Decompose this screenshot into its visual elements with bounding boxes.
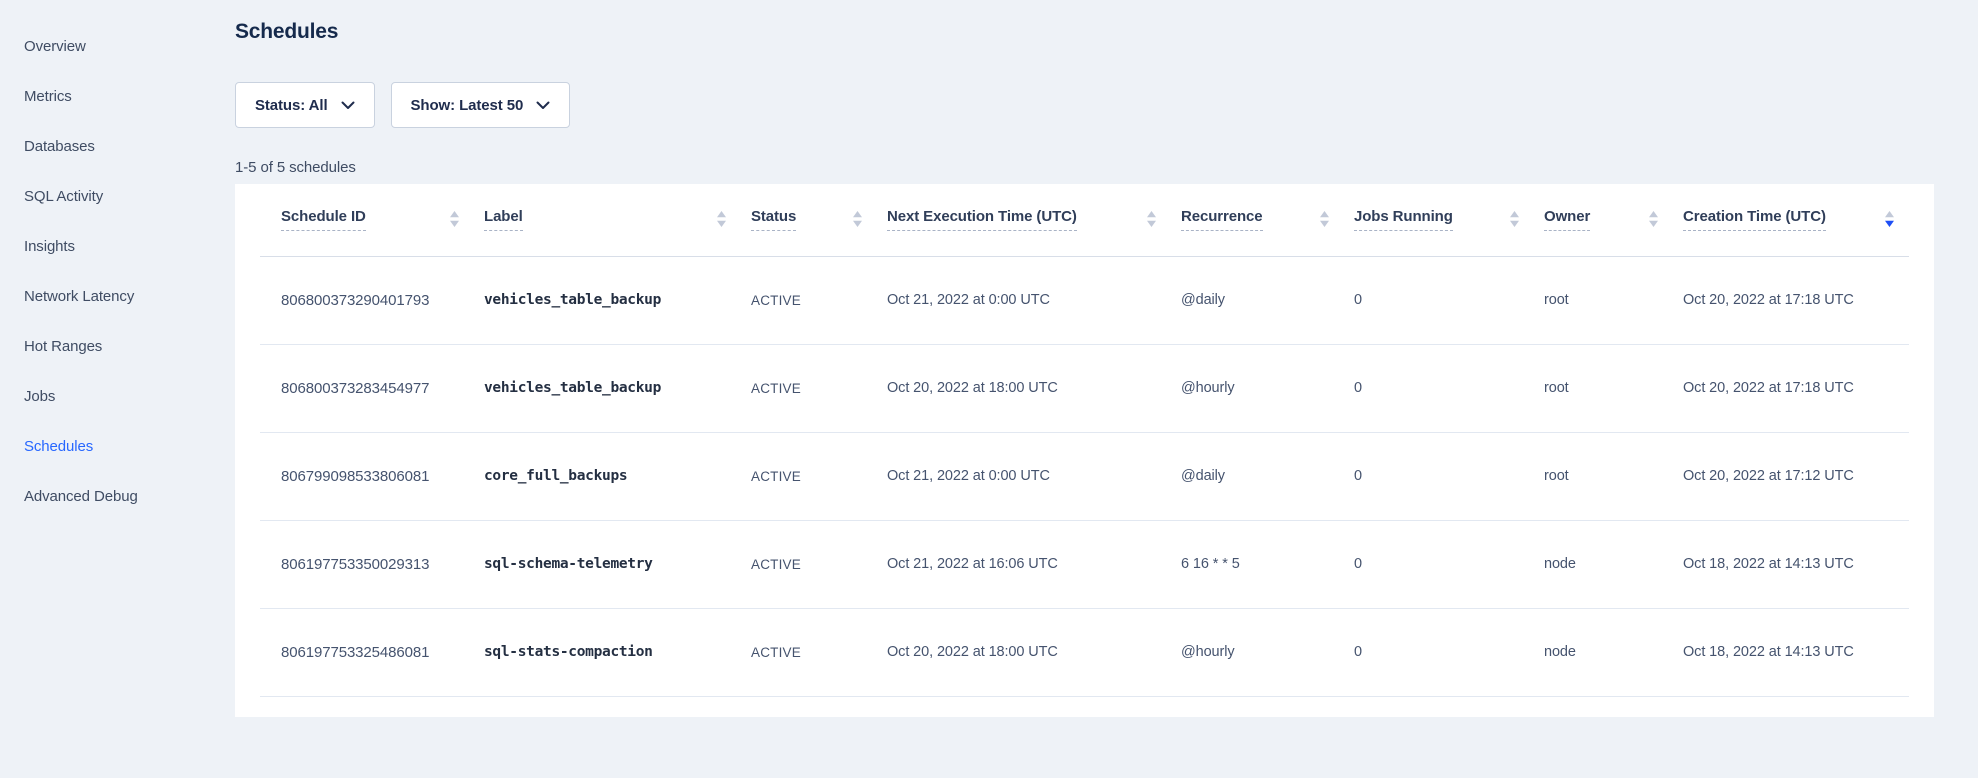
main-content: Schedules Status: All Show: Latest 50 1-… xyxy=(235,0,1934,717)
cell-schedule-id: 806800373290401793 xyxy=(260,256,484,344)
cell-schedule-id: 806799098533806081 xyxy=(260,432,484,520)
cell-creation-time: Oct 18, 2022 at 14:13 UTC xyxy=(1683,608,1909,696)
cell-jobs-running: 0 xyxy=(1354,608,1544,696)
sidebar-item-advanced-debug[interactable]: Advanced Debug xyxy=(0,471,212,521)
cell-creation-time: Oct 18, 2022 at 14:13 UTC xyxy=(1683,520,1909,608)
table-header-row: Schedule ID Label Status Next Execution Tim… xyxy=(260,184,1909,256)
column-header-label[interactable]: Label xyxy=(484,184,751,256)
column-label: Next Execution Time (UTC) xyxy=(887,208,1077,231)
cell-owner: root xyxy=(1544,432,1683,520)
sidebar-item-network-latency[interactable]: Network Latency xyxy=(0,271,212,321)
sort-icon xyxy=(1509,208,1520,232)
cell-label: sql-stats-compaction xyxy=(484,608,751,696)
cell-creation-time: Oct 20, 2022 at 17:12 UTC xyxy=(1683,432,1909,520)
cell-next-execution: Oct 20, 2022 at 18:00 UTC xyxy=(887,344,1181,432)
sort-icon xyxy=(449,208,460,232)
column-label: Owner xyxy=(1544,208,1590,231)
cell-jobs-running: 0 xyxy=(1354,344,1544,432)
chevron-down-icon xyxy=(341,101,355,110)
cell-next-execution: Oct 21, 2022 at 0:00 UTC xyxy=(887,432,1181,520)
sidebar-item-insights[interactable]: Insights xyxy=(0,221,212,271)
show-filter-label: Show: Latest 50 xyxy=(411,97,524,114)
sidebar-item-databases[interactable]: Databases xyxy=(0,121,212,171)
sort-icon xyxy=(716,208,727,232)
sidebar-item-schedules[interactable]: Schedules xyxy=(0,421,212,471)
cell-recurrence: @daily xyxy=(1181,432,1354,520)
cell-recurrence: @hourly xyxy=(1181,344,1354,432)
sidebar-item-metrics[interactable]: Metrics xyxy=(0,71,212,121)
column-label: Recurrence xyxy=(1181,208,1263,231)
sort-desc-active-icon xyxy=(1884,208,1895,232)
table-body: 806800373290401793vehicles_table_backupA… xyxy=(260,256,1909,696)
sort-icon xyxy=(1319,208,1330,232)
column-header-recurrence[interactable]: Recurrence xyxy=(1181,184,1354,256)
schedules-table: Schedule ID Label Status Next Execution Tim… xyxy=(260,184,1909,697)
cell-owner: node xyxy=(1544,520,1683,608)
cell-status: ACTIVE xyxy=(751,432,887,520)
status-filter-label: Status: All xyxy=(255,97,328,114)
cell-status: ACTIVE xyxy=(751,608,887,696)
results-count: 1-5 of 5 schedules xyxy=(235,159,1934,176)
cell-status: ACTIVE xyxy=(751,344,887,432)
sort-icon xyxy=(1146,208,1157,232)
cell-next-execution: Oct 21, 2022 at 0:00 UTC xyxy=(887,256,1181,344)
cell-label: core_full_backups xyxy=(484,432,751,520)
column-header-creation-time-utc[interactable]: Creation Time (UTC) xyxy=(1683,184,1909,256)
cell-creation-time: Oct 20, 2022 at 17:18 UTC xyxy=(1683,256,1909,344)
cell-owner: root xyxy=(1544,256,1683,344)
column-label: Label xyxy=(484,208,523,231)
status-filter-dropdown[interactable]: Status: All xyxy=(235,82,375,128)
cell-jobs-running: 0 xyxy=(1354,520,1544,608)
cell-owner: node xyxy=(1544,608,1683,696)
table-row: 806197753325486081sql-stats-compactionAC… xyxy=(260,608,1909,696)
column-header-schedule-id[interactable]: Schedule ID xyxy=(260,184,484,256)
column-label: Creation Time (UTC) xyxy=(1683,208,1826,231)
cell-next-execution: Oct 20, 2022 at 18:00 UTC xyxy=(887,608,1181,696)
table-row: 806800373283454977vehicles_table_backupA… xyxy=(260,344,1909,432)
column-header-status[interactable]: Status xyxy=(751,184,887,256)
cell-jobs-running: 0 xyxy=(1354,432,1544,520)
cell-status: ACTIVE xyxy=(751,256,887,344)
cell-label: vehicles_table_backup xyxy=(484,344,751,432)
cell-recurrence: @hourly xyxy=(1181,608,1354,696)
sidebar-nav: OverviewMetricsDatabasesSQL ActivityInsi… xyxy=(0,21,212,521)
table-row: 806197753350029313sql-schema-telemetryAC… xyxy=(260,520,1909,608)
cell-schedule-id: 806800373283454977 xyxy=(260,344,484,432)
sidebar: OverviewMetricsDatabasesSQL ActivityInsi… xyxy=(0,0,212,778)
column-label: Jobs Running xyxy=(1354,208,1453,231)
sidebar-item-hot-ranges[interactable]: Hot Ranges xyxy=(0,321,212,371)
column-label: Status xyxy=(751,208,796,231)
cell-recurrence: @daily xyxy=(1181,256,1354,344)
sort-icon xyxy=(852,208,863,232)
table-row: 806800373290401793vehicles_table_backupA… xyxy=(260,256,1909,344)
cell-creation-time: Oct 20, 2022 at 17:18 UTC xyxy=(1683,344,1909,432)
table-row: 806799098533806081core_full_backupsACTIV… xyxy=(260,432,1909,520)
sidebar-item-sql-activity[interactable]: SQL Activity xyxy=(0,171,212,221)
filter-row: Status: All Show: Latest 50 xyxy=(235,82,1934,128)
schedules-table-card: Schedule ID Label Status Next Execution Tim… xyxy=(235,184,1934,717)
page-title: Schedules xyxy=(235,20,1934,44)
cell-owner: root xyxy=(1544,344,1683,432)
show-filter-dropdown[interactable]: Show: Latest 50 xyxy=(391,82,571,128)
cell-next-execution: Oct 21, 2022 at 16:06 UTC xyxy=(887,520,1181,608)
sort-icon xyxy=(1648,208,1659,232)
cell-recurrence: 6 16 * * 5 xyxy=(1181,520,1354,608)
chevron-down-icon xyxy=(536,101,550,110)
column-header-owner[interactable]: Owner xyxy=(1544,184,1683,256)
cell-label: sql-schema-telemetry xyxy=(484,520,751,608)
column-label: Schedule ID xyxy=(281,208,366,231)
cell-jobs-running: 0 xyxy=(1354,256,1544,344)
column-header-next-execution-time-utc[interactable]: Next Execution Time (UTC) xyxy=(887,184,1181,256)
cell-status: ACTIVE xyxy=(751,520,887,608)
sidebar-item-overview[interactable]: Overview xyxy=(0,21,212,71)
cell-schedule-id: 806197753350029313 xyxy=(260,520,484,608)
sidebar-item-jobs[interactable]: Jobs xyxy=(0,371,212,421)
cell-label: vehicles_table_backup xyxy=(484,256,751,344)
column-header-jobs-running[interactable]: Jobs Running xyxy=(1354,184,1544,256)
cell-schedule-id: 806197753325486081 xyxy=(260,608,484,696)
